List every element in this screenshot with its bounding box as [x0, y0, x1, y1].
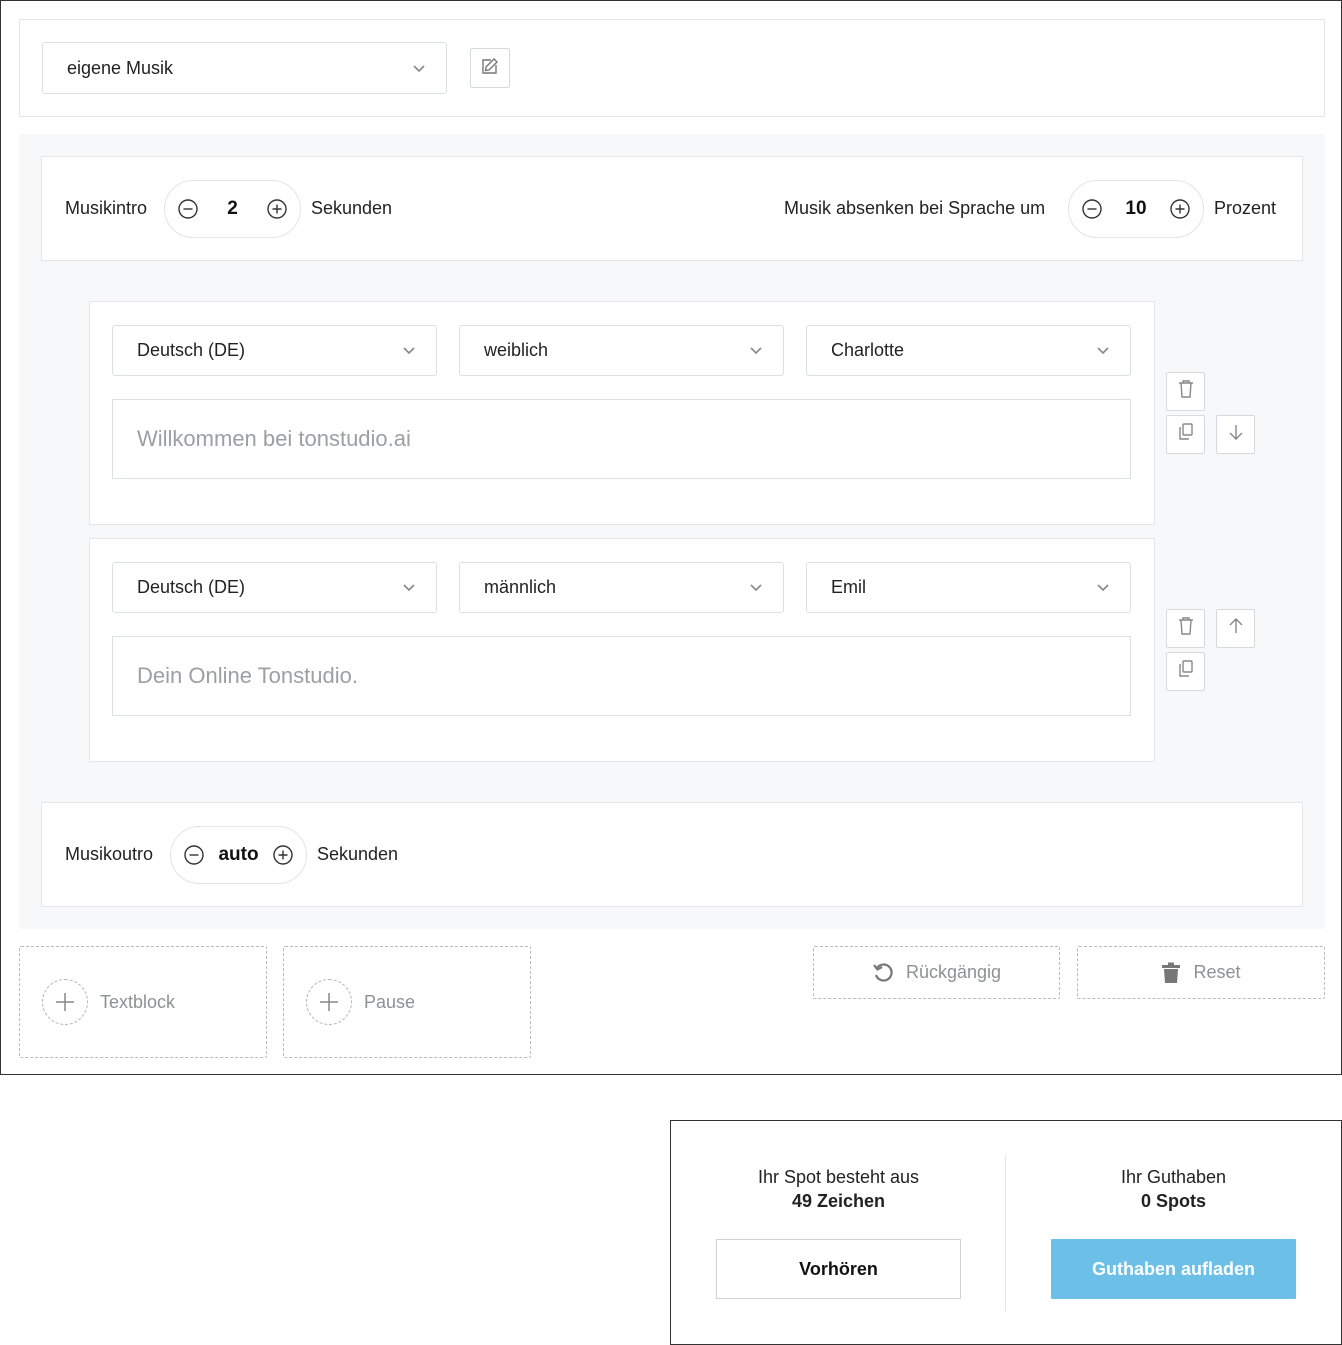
undo-icon [873, 962, 893, 982]
credit-value: 0 Spots [1140, 1191, 1206, 1211]
minus-circle-icon [184, 845, 204, 865]
move-up-button[interactable] [1216, 609, 1255, 648]
intro-decrease-button[interactable] [177, 198, 199, 220]
delete-block-button[interactable] [1166, 372, 1205, 411]
arrow-down-icon [1228, 423, 1244, 446]
ducking-stepper: 10 [1068, 180, 1204, 238]
duplicate-block-button[interactable] [1166, 652, 1205, 691]
gender-select-value: weiblich [484, 340, 549, 360]
spot-character-count: 49 Zeichen [791, 1191, 886, 1211]
plus-circle-icon [1170, 199, 1190, 219]
topup-button[interactable]: Guthaben aufladen [1051, 1239, 1296, 1299]
intro-card: Musikintro 2 Sekunden Musik absenken bei… [41, 156, 1303, 261]
music-select[interactable]: eigene Musik [42, 42, 447, 94]
topup-button-label: Guthaben aufladen [1091, 1258, 1255, 1279]
intro-stepper: 2 [164, 180, 301, 238]
minus-circle-icon [178, 199, 198, 219]
intro-value: 2 [227, 198, 238, 219]
voice-select-value: Emil [831, 577, 866, 597]
arrow-up-icon [1228, 617, 1244, 640]
trash-icon [1177, 379, 1195, 404]
intro-increase-button[interactable] [266, 198, 288, 220]
intro-unit: Sekunden [311, 198, 393, 218]
intro-label: Musikintro [65, 198, 148, 218]
reset-label: Reset [1193, 962, 1241, 982]
copy-icon [1177, 659, 1195, 684]
music-bar: eigene Musik [19, 19, 1325, 117]
plus-circle-icon [267, 199, 287, 219]
preview-button[interactable]: Vorhören [716, 1239, 961, 1299]
editor-container: eigene Musik Musikintro 2 Sekunden Musik… [0, 0, 1342, 1075]
edit-icon [480, 56, 500, 81]
text-block: Deutsch (DE) weiblich Charlotte Willkomm… [89, 301, 1155, 525]
preview-button-label: Vorhören [799, 1258, 878, 1279]
outro-card: Musikoutro auto Sekunden [41, 802, 1303, 907]
delete-block-button[interactable] [1166, 609, 1205, 648]
outro-label: Musikoutro [65, 844, 154, 864]
text-block: Deutsch (DE) männlich Emil Dein Online T… [89, 538, 1155, 762]
spot-label: Ihr Spot besteht aus [757, 1167, 920, 1187]
chevron-down-icon [402, 344, 416, 358]
text-input[interactable]: Dein Online Tonstudio. [112, 636, 1131, 716]
credit-summary: Ihr Guthaben 0 Spots [1006, 1165, 1341, 1213]
spot-summary: Ihr Spot besteht aus 49 Zeichen [671, 1165, 1006, 1213]
ducking-increase-button[interactable] [1169, 198, 1191, 220]
language-select[interactable]: Deutsch (DE) [112, 325, 437, 376]
add-textblock-button[interactable]: Textblock [19, 946, 267, 1058]
music-select-value: eigene Musik [67, 57, 174, 78]
undo-label: Rückgängig [905, 962, 1002, 982]
undo-button[interactable]: Rückgängig [813, 946, 1060, 999]
voice-select[interactable]: Charlotte [806, 325, 1131, 376]
add-pause-button[interactable]: Pause [283, 946, 531, 1058]
outro-increase-button[interactable] [272, 844, 294, 866]
reset-button[interactable]: Reset [1077, 946, 1325, 999]
chevron-down-icon [412, 61, 426, 75]
voice-select[interactable]: Emil [806, 562, 1131, 613]
outro-value: auto [218, 844, 259, 865]
language-select[interactable]: Deutsch (DE) [112, 562, 437, 613]
outro-stepper: auto [170, 826, 307, 884]
plus-icon [42, 979, 88, 1025]
chevron-down-icon [1096, 581, 1110, 595]
credit-label: Ihr Guthaben [1120, 1167, 1227, 1187]
add-pause-label: Pause [364, 991, 416, 1012]
chevron-down-icon [749, 344, 763, 358]
gender-select[interactable]: weiblich [459, 325, 784, 376]
chevron-down-icon [402, 581, 416, 595]
minus-circle-icon [1082, 199, 1102, 219]
text-input[interactable]: Willkommen bei tonstudio.ai [112, 399, 1131, 479]
script-panel: Musikintro 2 Sekunden Musik absenken bei… [19, 134, 1325, 929]
text-input-value: Dein Online Tonstudio. [137, 663, 358, 688]
outro-unit: Sekunden [317, 844, 399, 864]
trash-icon [1177, 616, 1195, 641]
language-select-value: Deutsch (DE) [137, 340, 246, 360]
outro-decrease-button[interactable] [183, 844, 205, 866]
plus-icon [306, 979, 352, 1025]
voice-select-value: Charlotte [831, 340, 905, 360]
gender-select[interactable]: männlich [459, 562, 784, 613]
chevron-down-icon [749, 581, 763, 595]
language-select-value: Deutsch (DE) [137, 577, 246, 597]
copy-icon [1177, 422, 1195, 447]
gender-select-value: männlich [484, 577, 557, 597]
ducking-unit: Prozent [1214, 198, 1277, 218]
summary-box: Ihr Spot besteht aus 49 Zeichen Ihr Guth… [670, 1120, 1342, 1345]
ducking-decrease-button[interactable] [1081, 198, 1103, 220]
add-textblock-label: Textblock [100, 991, 176, 1012]
ducking-label: Musik absenken bei Sprache um [784, 198, 1046, 218]
move-down-button[interactable] [1216, 415, 1255, 454]
ducking-value: 10 [1125, 198, 1147, 219]
text-input-value: Willkommen bei tonstudio.ai [137, 426, 411, 451]
chevron-down-icon [1096, 344, 1110, 358]
plus-circle-icon [273, 845, 293, 865]
duplicate-block-button[interactable] [1166, 415, 1205, 454]
trash-icon [1162, 962, 1181, 983]
edit-music-button[interactable] [470, 48, 510, 88]
